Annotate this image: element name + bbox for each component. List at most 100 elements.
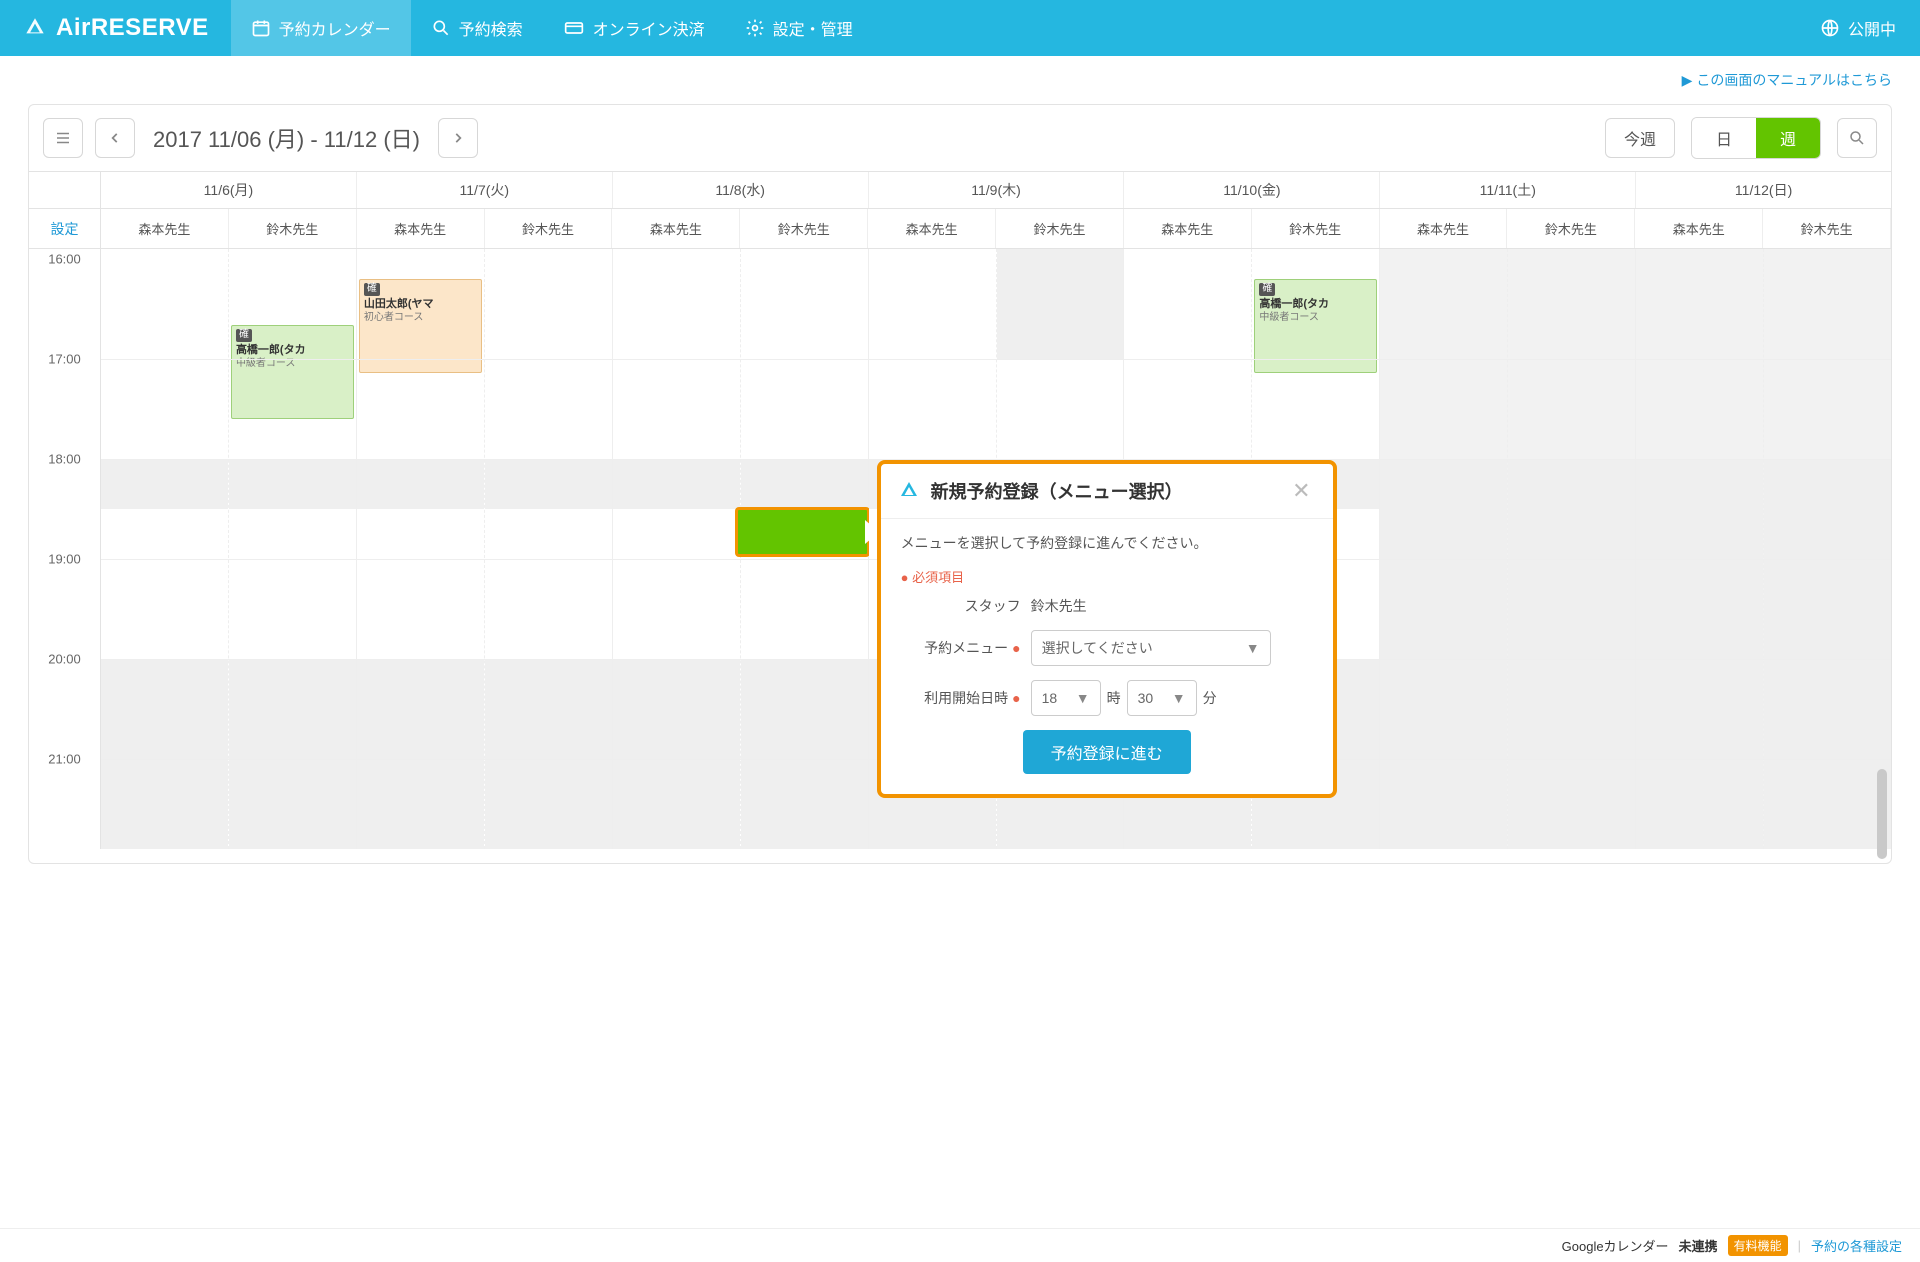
unavailable-slot: [997, 249, 1124, 359]
day-header: 11/6(月): [101, 172, 357, 208]
staff-header: 森本先生: [1635, 209, 1763, 248]
available-slot[interactable]: [485, 559, 612, 659]
today-button[interactable]: 今週: [1605, 118, 1675, 158]
globe-icon: [1820, 18, 1840, 38]
event-customer-name: 山田太郎(ヤマ: [364, 298, 434, 310]
brand-icon: [897, 479, 921, 503]
day-header: 11/8(水): [613, 172, 869, 208]
menu-select-placeholder: 選択してください: [1042, 638, 1153, 658]
time-column: 16:00 17:00 18:00 19:00 20:00 21:00: [29, 249, 101, 849]
nav-settings[interactable]: 設定・管理: [725, 0, 873, 56]
view-day-button[interactable]: 日: [1692, 118, 1756, 158]
manual-link[interactable]: ▶ この画面のマニュアルはこちら: [1682, 70, 1892, 90]
staff-column[interactable]: [1764, 249, 1891, 849]
staff-header: 森本先生: [1380, 209, 1508, 248]
available-slot[interactable]: [101, 559, 228, 659]
staff-column[interactable]: [101, 249, 229, 849]
new-reservation-popover: 新規予約登録（メニュー選択） ✕ メニューを選択して予約登録に進んでください。 …: [877, 460, 1337, 798]
date-range: 2017 11/06 (月) - 11/12 (日): [153, 122, 420, 154]
menu-button[interactable]: [43, 118, 83, 158]
minute-value: 30: [1138, 690, 1154, 706]
header-days: 11/6(月) 11/7(火) 11/8(水) 11/9(木) 11/10(金)…: [29, 171, 1891, 209]
day-column[interactable]: [613, 249, 869, 849]
day-header: 11/12(日): [1636, 172, 1891, 208]
menu-select[interactable]: 選択してください ▼: [1031, 630, 1271, 666]
event-customer-name: 高橋一郎(タカ: [236, 344, 306, 356]
hamburger-icon: [54, 129, 72, 147]
time-tick: 21:00: [29, 752, 100, 767]
prev-button[interactable]: [95, 118, 135, 158]
reservation-event[interactable]: 確高橋一郎(タカ中級者コース: [1254, 279, 1377, 373]
available-slot[interactable]: [357, 509, 484, 559]
available-slot[interactable]: [741, 559, 868, 659]
staff-header: 森本先生: [868, 209, 996, 248]
footer-gcal-label: Googleカレンダー: [1562, 1236, 1669, 1255]
staff-column[interactable]: [1508, 249, 1635, 849]
nav-calendar[interactable]: 予約カレンダー: [231, 0, 411, 56]
available-slot[interactable]: [229, 559, 356, 659]
top-nav: AirRESERVE 予約カレンダー 予約検索 オンライン決済 設定・管理 公開…: [0, 0, 1920, 56]
staff-header: 鈴木先生: [229, 209, 357, 248]
popover-title: 新規予約登録（メニュー選択）: [931, 478, 1287, 504]
day-header: 11/11(土): [1380, 172, 1636, 208]
staff-column[interactable]: [741, 249, 868, 849]
staff-header: 森本先生: [101, 209, 229, 248]
required-legend: 必須項目: [901, 567, 1313, 586]
calendar-search-button[interactable]: [1837, 118, 1877, 158]
brand-text: AirRESERVE: [56, 14, 209, 42]
column-settings-button[interactable]: 設定: [29, 209, 101, 248]
staff-header: 鈴木先生: [1252, 209, 1380, 248]
publish-status[interactable]: 公開中: [1796, 0, 1920, 56]
submit-button[interactable]: 予約登録に進む: [1023, 730, 1191, 774]
time-tick: 16:00: [29, 252, 100, 267]
available-slot[interactable]: [613, 559, 740, 659]
day-column[interactable]: 確高橋一郎(タカ中級者コース: [101, 249, 357, 849]
day-header: 11/9(木): [869, 172, 1125, 208]
day-column[interactable]: [1380, 249, 1636, 849]
minute-select[interactable]: 30 ▼: [1127, 680, 1197, 716]
view-week-button[interactable]: 週: [1756, 118, 1820, 158]
triangle-right-icon: ▶: [1682, 72, 1693, 89]
event-status-badge: 確: [236, 329, 252, 342]
nav-payment[interactable]: オンライン決済: [543, 0, 725, 56]
popover-close-button[interactable]: ✕: [1286, 478, 1316, 504]
reservation-event[interactable]: 確山田太郎(ヤマ初心者コース: [359, 279, 482, 373]
staff-column[interactable]: [1636, 249, 1764, 849]
staff-column[interactable]: [485, 249, 612, 849]
footer-bar: Googleカレンダー 未連携 有料機能 | 予約の各種設定: [0, 1228, 1920, 1262]
next-button[interactable]: [438, 118, 478, 158]
event-course: 中級者コース: [1259, 312, 1319, 323]
available-slot[interactable]: [613, 509, 740, 559]
available-slot[interactable]: [485, 509, 612, 559]
available-slot[interactable]: [357, 559, 484, 659]
staff-column[interactable]: 確高橋一郎(タカ中級者コース: [229, 249, 356, 849]
staff-header: 森本先生: [1124, 209, 1252, 248]
brand-logo: AirRESERVE: [0, 0, 231, 56]
staff-header: 森本先生: [612, 209, 740, 248]
unavailable-slot: [1764, 459, 1891, 849]
time-selection[interactable]: [735, 507, 870, 557]
chevron-down-icon: ▼: [1172, 690, 1186, 706]
staff-column[interactable]: [1380, 249, 1508, 849]
view-week-label: 週: [1780, 126, 1796, 150]
view-day-label: 日: [1716, 126, 1732, 150]
available-slot[interactable]: [229, 509, 356, 559]
scrollbar-thumb[interactable]: [1877, 769, 1887, 859]
available-slot[interactable]: [101, 509, 228, 559]
staff-header: 森本先生: [357, 209, 485, 248]
day-column[interactable]: [1636, 249, 1891, 849]
hour-select[interactable]: 18▼: [1031, 680, 1101, 716]
today-label: 今週: [1624, 126, 1656, 150]
unavailable-slot: [1380, 459, 1507, 849]
day-column[interactable]: 確山田太郎(ヤマ初心者コース: [357, 249, 613, 849]
nav-settings-label: 設定・管理: [773, 16, 853, 40]
header-staff: 設定 森本先生鈴木先生 森本先生鈴木先生 森本先生鈴木先生 森本先生鈴木先生 森…: [29, 209, 1891, 249]
staff-value: 鈴木先生: [1031, 596, 1087, 616]
chevron-down-icon: ▼: [1246, 640, 1260, 656]
footer-settings-link[interactable]: 予約の各種設定: [1811, 1236, 1902, 1255]
staff-column[interactable]: [613, 249, 741, 849]
footer-divider: |: [1798, 1238, 1801, 1253]
staff-column[interactable]: 確山田太郎(ヤマ初心者コース: [357, 249, 485, 849]
reservation-event[interactable]: 確高橋一郎(タカ中級者コース: [231, 325, 354, 419]
nav-search[interactable]: 予約検索: [411, 0, 543, 56]
